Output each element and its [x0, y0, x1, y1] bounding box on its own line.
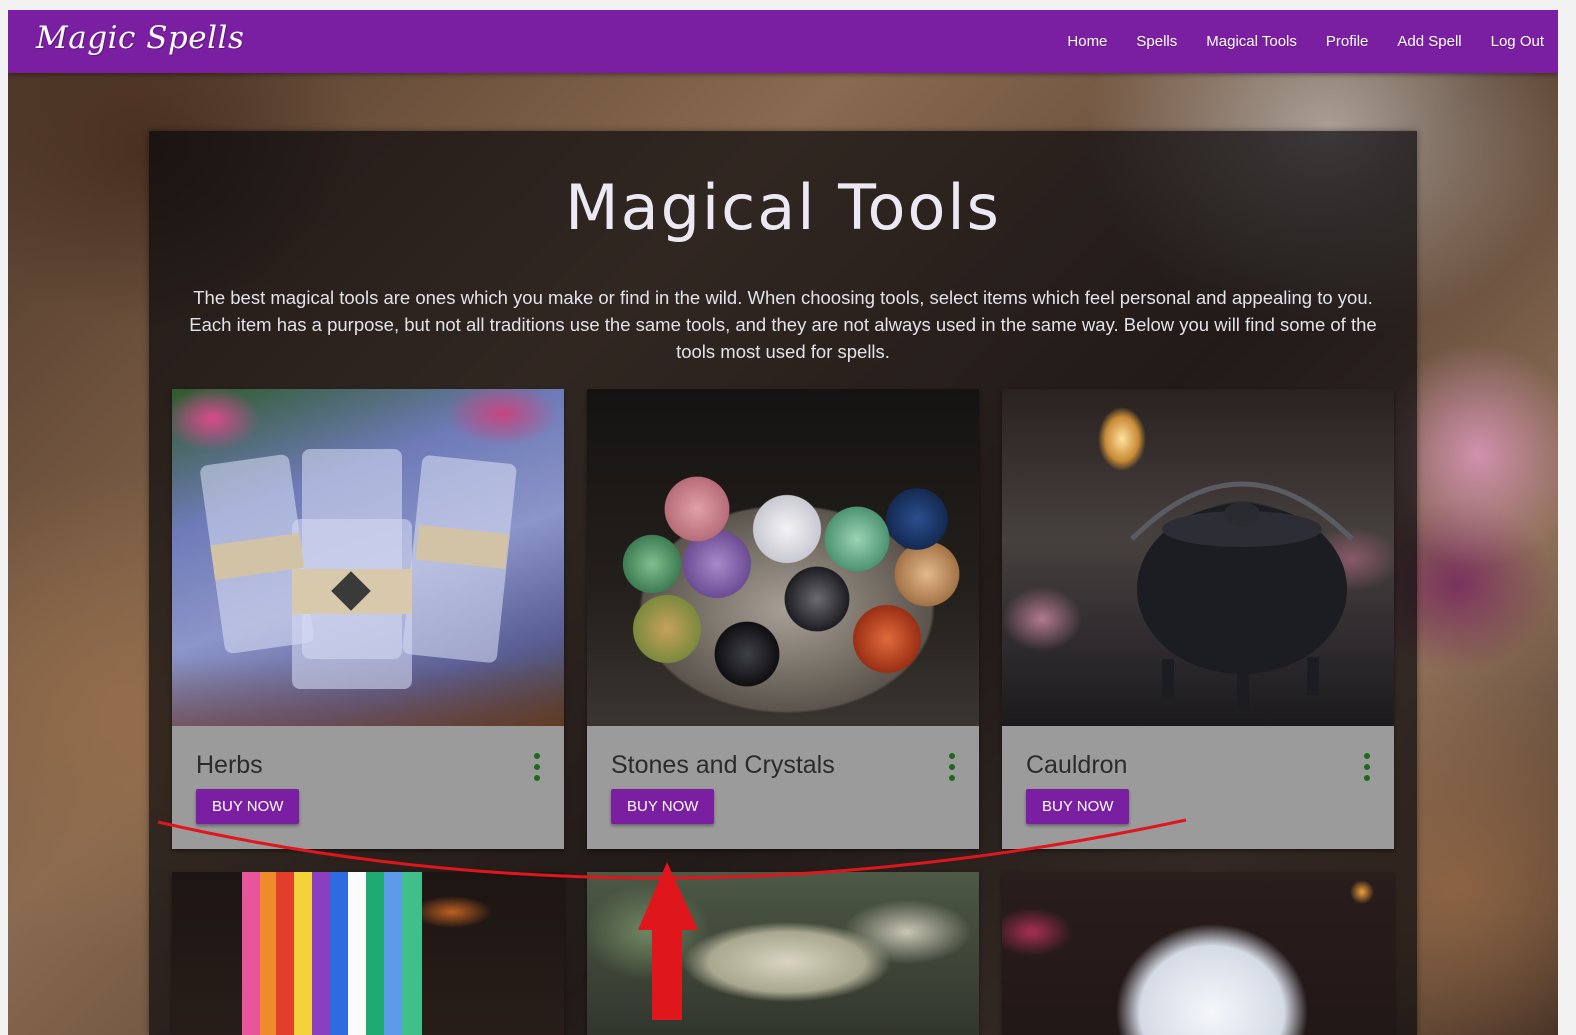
kebab-vertical-icon[interactable] — [532, 753, 542, 781]
cauldron-illustration — [1130, 481, 1354, 709]
nav-link-profile[interactable]: Profile — [1326, 33, 1369, 50]
nav-link-magical-tools[interactable]: Magical Tools — [1206, 33, 1297, 50]
tool-card-sage — [587, 872, 979, 1035]
intro-text: The best magical tools are ones which yo… — [189, 287, 1377, 362]
brand-logo[interactable]: Magic Spells — [36, 20, 244, 56]
nav-links: Home Spells Magical Tools Profile Add Sp… — [1038, 10, 1544, 73]
nav-link-log-out[interactable]: Log Out — [1491, 33, 1544, 50]
kebab-vertical-icon[interactable] — [947, 753, 957, 781]
page-viewport: Magic Spells Home Spells Magical Tools P… — [8, 10, 1558, 1035]
navbar: Magic Spells Home Spells Magical Tools P… — [8, 10, 1558, 73]
card-body: Stones and Crystals Buy Now — [587, 726, 979, 849]
stones-image[interactable] — [587, 389, 979, 726]
tool-card-cauldron: Cauldron Buy Now — [1002, 389, 1394, 849]
candles-image[interactable] — [172, 872, 564, 1035]
buy-now-button[interactable]: Buy Now — [1026, 789, 1130, 824]
card-title: Stones and Crystals — [611, 751, 835, 779]
card-body: Herbs Buy Now — [172, 726, 564, 849]
page-title: Magical Tools — [565, 171, 1001, 244]
tool-card-candles — [172, 872, 564, 1035]
content-container: Magical Tools The best magical tools are… — [149, 131, 1417, 1035]
tool-card-salt — [1002, 872, 1394, 1035]
card-body: Cauldron Buy Now — [1002, 726, 1394, 849]
salt-image[interactable] — [1002, 872, 1394, 1035]
card-title: Cauldron — [1026, 751, 1128, 779]
herbs-image[interactable] — [172, 389, 564, 726]
nav-link-home[interactable]: Home — [1067, 33, 1107, 50]
buy-now-button[interactable]: Buy Now — [196, 789, 300, 824]
card-title: Herbs — [196, 751, 263, 779]
tool-card-stones-and-crystals: Stones and Crystals Buy Now — [587, 389, 979, 849]
nav-link-spells[interactable]: Spells — [1136, 33, 1177, 50]
nav-link-add-spell[interactable]: Add Spell — [1397, 33, 1461, 50]
sage-bundles-image[interactable] — [587, 872, 979, 1035]
kebab-vertical-icon[interactable] — [1362, 753, 1372, 781]
cauldron-image[interactable] — [1002, 389, 1394, 726]
herbs-sachets-illustration — [200, 449, 517, 689]
buy-now-button[interactable]: Buy Now — [611, 789, 715, 824]
tool-card-herbs: Herbs Buy Now — [172, 389, 564, 849]
